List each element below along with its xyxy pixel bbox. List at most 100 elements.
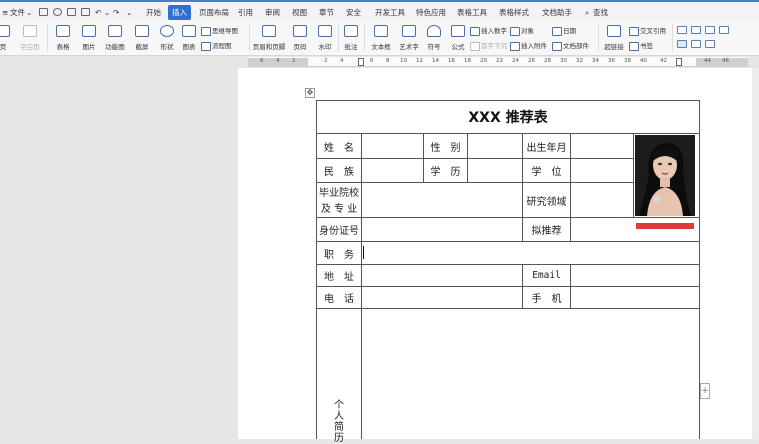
tab-security[interactable]: 安全 [346,5,361,20]
label-degree: 学 位 [531,167,562,178]
watermark-icon [318,25,332,37]
chart-button[interactable]: 图表 [179,20,199,56]
tab-doc-assistant[interactable]: 文档助手 [542,5,572,20]
table-line [316,217,700,218]
red-highlight-bar [636,223,694,229]
ruler-tick: 32 [576,58,583,64]
shape-button[interactable]: 形状 [155,20,179,56]
symbol-button[interactable]: 符号 [422,20,446,56]
art-text-button[interactable]: 艺术字 [397,20,421,56]
indent-marker[interactable] [676,58,682,66]
watermark-button[interactable]: 水印 [313,20,337,56]
label-address: 地 址 [324,272,354,283]
tab-table-tools[interactable]: 表格工具 [457,5,487,20]
label-research: 研究领域 [526,196,567,208]
label-email: Email [532,270,561,281]
insert-number-button[interactable]: 插入数字 [470,25,507,37]
table-border [699,100,700,439]
print-icon[interactable] [67,8,76,16]
ruler-tick: 28 [544,58,551,64]
table-view-icon[interactable] [705,26,715,34]
ruler-tick: 30 [560,58,567,64]
text-box-button[interactable]: 文本框 [366,20,396,56]
mind-map-button[interactable]: 思维导图 [201,25,238,37]
tab-review[interactable]: 审阅 [265,5,280,20]
symbol-icon [427,25,441,37]
vertical-scrollbar[interactable] [752,68,759,439]
picture-button[interactable]: 图片 [77,20,101,56]
save-icon[interactable] [39,8,48,16]
flowchart-button[interactable]: 流程图 [201,40,232,52]
search-icon[interactable]: ⌕ [585,5,589,20]
table-view-icon[interactable] [705,40,715,48]
hyperlink-button[interactable]: 超链接 [601,20,627,56]
date-button[interactable]: 日期 [552,25,576,37]
tab-insert[interactable]: 插入 [168,5,191,20]
function-chart-button[interactable]: 功能图 [102,20,128,56]
tab-table-style[interactable]: 表格样式 [499,5,529,20]
table-view-icon[interactable] [691,40,701,48]
preview-icon[interactable] [81,8,90,16]
search-button[interactable]: 查找 [593,5,608,20]
document-title[interactable]: XXX 推荐表 [317,104,699,130]
page-number-button[interactable]: 页码 [288,20,312,56]
ruler-tick: 34 [592,58,599,64]
label-phone: 电 话 [324,294,354,305]
screenshot-button[interactable]: 截屏 [130,20,154,56]
redo-icon[interactable]: ↷ [113,5,119,20]
tab-features[interactable]: 特色应用 [416,5,446,20]
ribbon: 页 空白页 表格 图片 功能图 截屏 形状 图表 思维导图 流程图 页眉和页脚 … [0,20,759,56]
comment-button[interactable]: 批注 [340,20,362,56]
ruler-tick: 36 [608,58,615,64]
portrait-photo[interactable] [635,135,695,216]
page-button[interactable]: 页 [0,20,12,56]
table-view-icon[interactable] [719,26,729,34]
ruler-tick: 22 [496,58,503,64]
file-menu[interactable]: 文件 [10,5,25,20]
menu-icon[interactable]: ≡ [2,5,8,20]
header-footer-icon [262,25,276,37]
table-move-handle-icon[interactable]: ✥ [305,88,315,98]
picture-icon [82,25,96,37]
insert-attachment-button[interactable]: 插入附件 [510,40,547,52]
bookmark-button[interactable]: 书签 [629,40,653,52]
blank-page-button[interactable]: 空白页 [16,20,44,56]
chart-icon [182,25,196,37]
table-view-icon[interactable] [677,40,687,48]
table-line [467,133,468,182]
screenshot-icon [135,25,149,37]
customize-icon[interactable]: ⌄ [126,5,132,20]
undo-dropdown-icon[interactable]: ⌄ [104,5,110,20]
undo-icon[interactable]: ↶ [95,5,101,20]
tab-page-layout[interactable]: 页面布局 [199,5,229,20]
formula-button[interactable]: 公式 [447,20,469,56]
horizontal-ruler[interactable]: 6 4 2 2 4 6 8 10 12 14 16 18 20 22 24 26… [248,57,748,67]
ruler-tick: 40 [640,58,647,64]
add-row-button[interactable]: + [700,383,710,399]
object-button[interactable]: 对象 [510,25,534,37]
tab-references[interactable]: 引用 [238,5,253,20]
tab-view[interactable]: 视图 [292,5,307,20]
chevron-down-icon[interactable]: ⌄ [26,5,32,20]
label-resume-4: 历 [334,433,344,444]
table-view-icon[interactable] [677,26,687,34]
cross-ref-button[interactable]: 交叉引用 [629,25,666,37]
separator [672,24,673,52]
first-drop-button[interactable]: 首字下沉 [470,40,507,52]
table-view-icon[interactable] [691,26,701,34]
header-footer-button[interactable]: 页眉和页脚 [251,20,287,56]
tab-developer[interactable]: 开发工具 [375,5,405,20]
cloud-icon[interactable] [53,8,62,16]
indent-marker[interactable] [358,58,364,66]
label-education: 学 历 [430,167,461,178]
ruler-tick: 14 [432,58,439,64]
table-line [316,286,700,287]
table-line [570,264,571,308]
ruler-tick: 10 [400,58,407,64]
tab-home[interactable]: 开始 [146,5,161,20]
ruler-tick: 6 [260,58,264,64]
table-button[interactable]: 表格 [51,20,75,56]
table-line [316,182,634,183]
tab-chapter[interactable]: 章节 [319,5,334,20]
document-parts-button[interactable]: 文档部件 [552,40,589,52]
